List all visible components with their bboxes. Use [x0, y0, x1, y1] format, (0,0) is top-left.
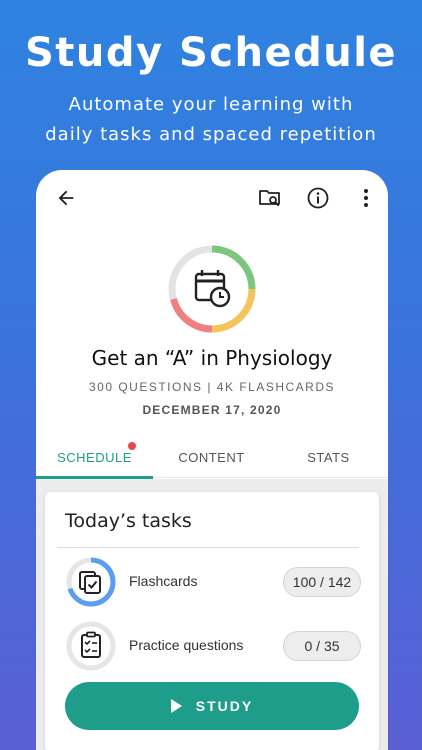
hero-subtitle-line-1: Automate your learning with	[68, 94, 354, 115]
tab-bar: SCHEDULE CONTENT STATS	[36, 436, 388, 479]
todays-tasks-card: Today’s tasks Flashcards 100 / 142 Pract…	[45, 492, 379, 750]
task-count-badge: 100 / 142	[283, 567, 361, 597]
task-row-practice-questions[interactable]: Practice questions 0 / 35	[65, 620, 361, 672]
goal-progress-ring	[167, 244, 257, 334]
tab-schedule-label: SCHEDULE	[57, 449, 132, 465]
ring-segment-red	[170, 297, 213, 333]
divider	[57, 547, 359, 548]
study-button-label: STUDY	[195, 698, 254, 714]
goal-title: Get an “A” in Physiology	[91, 346, 333, 370]
flashcards-icon	[79, 571, 101, 594]
folder-search-icon[interactable]	[256, 184, 284, 212]
top-app-bar	[36, 170, 388, 226]
task-label: Practice questions	[129, 637, 244, 653]
tab-schedule[interactable]: SCHEDULE	[36, 436, 153, 479]
phone-screen: Get an “A” in Physiology 300 QUESTIONS |…	[36, 170, 388, 750]
play-icon	[170, 699, 182, 713]
tab-content-label: CONTENT	[178, 449, 245, 465]
task-count-badge: 0 / 35	[283, 631, 361, 661]
hero-title: Study Schedule	[24, 30, 398, 76]
calendar-clock-icon	[194, 270, 231, 308]
goal-meta: 300 QUESTIONS | 4K FLASHCARDS	[88, 380, 335, 394]
hero-subtitle-line-2: daily tasks and spaced repetition	[45, 124, 377, 145]
notification-dot	[128, 442, 136, 450]
study-button[interactable]: STUDY	[65, 682, 359, 730]
back-arrow-icon[interactable]	[52, 184, 80, 212]
task-label: Flashcards	[129, 573, 198, 589]
goal-date: DECEMBER 17, 2020	[142, 403, 282, 417]
flashcards-progress-ring	[65, 556, 117, 608]
more-vertical-icon[interactable]	[352, 184, 380, 212]
hero-subtitle: Automate your learning with daily tasks …	[0, 90, 422, 150]
tab-stats[interactable]: STATS	[270, 436, 387, 478]
practice-progress-ring	[65, 620, 117, 672]
tab-stats-label: STATS	[307, 449, 350, 465]
clipboard-checklist-icon	[81, 631, 101, 658]
info-icon[interactable]	[304, 184, 332, 212]
ring-segment-green	[211, 245, 256, 290]
card-title: Today’s tasks	[65, 510, 192, 532]
tab-content[interactable]: CONTENT	[153, 436, 270, 478]
task-row-flashcards[interactable]: Flashcards 100 / 142	[65, 556, 361, 608]
